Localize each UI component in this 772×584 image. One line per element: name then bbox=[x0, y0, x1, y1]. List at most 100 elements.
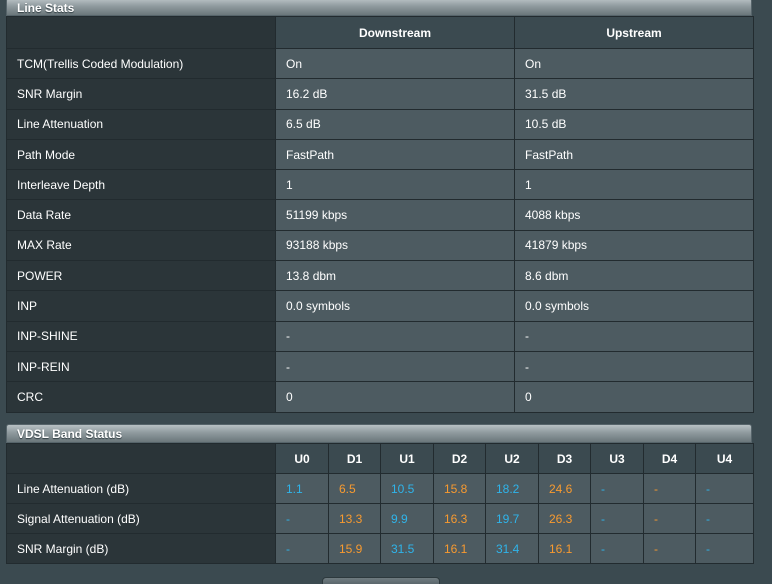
line-stats-table: Downstream Upstream TCM(Trellis Coded Mo… bbox=[6, 16, 754, 413]
line-stat-label: INP-REIN bbox=[6, 350, 276, 383]
downstream-value: 51199 kbps bbox=[275, 199, 515, 231]
dsl-log-page: Line Stats Downstream Upstream TCM(Trell… bbox=[0, 0, 772, 584]
band-column-header-d3: D3 bbox=[538, 443, 591, 474]
band-value-u3: - bbox=[590, 503, 644, 534]
band-status-row: Line Attenuation (dB) 1.1 6.5 10.5 15.8 18.2 2… bbox=[6, 473, 754, 504]
line-stat-label: TCM(Trellis Coded Modulation) bbox=[6, 47, 276, 80]
band-value-d2: 16.3 bbox=[433, 503, 486, 534]
band-value-u0: - bbox=[275, 533, 329, 564]
upstream-value: 8.6 dbm bbox=[514, 260, 754, 292]
downstream-value: On bbox=[275, 47, 515, 80]
downstream-value: FastPath bbox=[275, 138, 515, 171]
line-stats-header-row: Downstream Upstream bbox=[6, 16, 754, 49]
band-status-table: U0 D1 U1 D2 U2 D3 U3 D4 U4 Line Attenuation (dB)… bbox=[6, 443, 754, 564]
upstream-value: - bbox=[514, 350, 754, 383]
upstream-value: On bbox=[514, 47, 754, 80]
upstream-value: 0 bbox=[514, 381, 754, 413]
band-column-header-u0: U0 bbox=[275, 443, 329, 474]
upstream-value: - bbox=[514, 320, 754, 352]
line-stats-row: INP 0.0 symbols 0.0 symbols bbox=[6, 290, 754, 322]
line-stats-row: Interleave Depth 1 1 bbox=[6, 169, 754, 201]
band-value-d3: 16.1 bbox=[538, 533, 591, 564]
downstream-value: 0.0 symbols bbox=[275, 290, 515, 322]
upstream-value: 0.0 symbols bbox=[514, 290, 754, 322]
line-stat-label: SNR Margin bbox=[6, 78, 276, 110]
band-status-header: VDSL Band Status bbox=[6, 424, 752, 443]
downstream-value: 93188 kbps bbox=[275, 229, 515, 262]
band-value-d1: 15.9 bbox=[328, 533, 381, 564]
band-value-u2: 31.4 bbox=[485, 533, 539, 564]
line-stats-row: CRC 0 0 bbox=[6, 381, 754, 413]
line-stats-row: POWER 13.8 dbm 8.6 dbm bbox=[6, 260, 754, 292]
line-stats-row: Data Rate 51199 kbps 4088 kbps bbox=[6, 199, 754, 231]
band-value-u1: 31.5 bbox=[380, 533, 434, 564]
line-stats-row: MAX Rate 93188 kbps 41879 kbps bbox=[6, 229, 754, 262]
band-column-header-d2: D2 bbox=[433, 443, 486, 474]
upstream-column-header: Upstream bbox=[514, 16, 754, 49]
line-stats-row: Line Attenuation 6.5 dB 10.5 dB bbox=[6, 108, 754, 140]
line-stats-row: INP-REIN - - bbox=[6, 350, 754, 383]
bottom-tab-edge bbox=[322, 577, 440, 584]
line-stats-row: INP-SHINE - - bbox=[6, 320, 754, 352]
band-value-d2: 16.1 bbox=[433, 533, 486, 564]
band-value-u1: 10.5 bbox=[380, 473, 434, 504]
downstream-value: 0 bbox=[275, 381, 515, 413]
band-value-d3: 24.6 bbox=[538, 473, 591, 504]
downstream-value: 6.5 dB bbox=[275, 108, 515, 140]
downstream-value: - bbox=[275, 320, 515, 352]
downstream-value: - bbox=[275, 350, 515, 383]
downstream-column-header: Downstream bbox=[275, 16, 515, 49]
band-value-u0: 1.1 bbox=[275, 473, 329, 504]
band-value-u4: - bbox=[695, 503, 754, 534]
band-value-d4: - bbox=[643, 473, 696, 504]
upstream-value: 10.5 dB bbox=[514, 108, 754, 140]
band-value-u3: - bbox=[590, 533, 644, 564]
line-stat-label: INP bbox=[6, 290, 276, 322]
downstream-value: 16.2 dB bbox=[275, 78, 515, 110]
band-column-header-u3: U3 bbox=[590, 443, 644, 474]
band-column-header-u2: U2 bbox=[485, 443, 539, 474]
line-stat-label: Interleave Depth bbox=[6, 169, 276, 201]
line-stats-title: Line Stats bbox=[17, 1, 75, 15]
band-value-u2: 18.2 bbox=[485, 473, 539, 504]
band-status-title: VDSL Band Status bbox=[17, 427, 123, 441]
line-stat-label: MAX Rate bbox=[6, 229, 276, 262]
downstream-value: 1 bbox=[275, 169, 515, 201]
band-status-corner-cell bbox=[6, 443, 276, 474]
line-stat-label: INP-SHINE bbox=[6, 320, 276, 352]
line-stat-label: Line Attenuation bbox=[6, 108, 276, 140]
band-value-u0: - bbox=[275, 503, 329, 534]
band-value-u4: - bbox=[695, 533, 754, 564]
line-stat-label: CRC bbox=[6, 381, 276, 413]
band-row-label: Line Attenuation (dB) bbox=[6, 473, 276, 504]
band-value-u1: 9.9 bbox=[380, 503, 434, 534]
upstream-value: 1 bbox=[514, 169, 754, 201]
line-stat-label: Path Mode bbox=[6, 138, 276, 171]
band-column-header-u4: U4 bbox=[695, 443, 754, 474]
band-column-header-u1: U1 bbox=[380, 443, 434, 474]
band-value-d2: 15.8 bbox=[433, 473, 486, 504]
upstream-value: FastPath bbox=[514, 138, 754, 171]
downstream-value: 13.8 dbm bbox=[275, 260, 515, 292]
line-stats-corner-cell bbox=[6, 16, 276, 49]
line-stats-row: Path Mode FastPath FastPath bbox=[6, 138, 754, 171]
band-value-d3: 26.3 bbox=[538, 503, 591, 534]
band-value-d4: - bbox=[643, 533, 696, 564]
band-column-header-d1: D1 bbox=[328, 443, 381, 474]
upstream-value: 41879 kbps bbox=[514, 229, 754, 262]
line-stat-label: Data Rate bbox=[6, 199, 276, 231]
upstream-value: 31.5 dB bbox=[514, 78, 754, 110]
upstream-value: 4088 kbps bbox=[514, 199, 754, 231]
line-stat-label: POWER bbox=[6, 260, 276, 292]
band-status-row: SNR Margin (dB) -15.9 31.5 16.1 31.4 16.1- - - bbox=[6, 533, 754, 564]
band-value-d4: - bbox=[643, 503, 696, 534]
band-column-header-d4: D4 bbox=[643, 443, 696, 474]
band-value-u4: - bbox=[695, 473, 754, 504]
band-status-row: Signal Attenuation (dB) -13.3 9.9 16.3 19.7 2… bbox=[6, 503, 754, 534]
band-value-d1: 13.3 bbox=[328, 503, 381, 534]
line-stats-row: SNR Margin 16.2 dB 31.5 dB bbox=[6, 78, 754, 110]
band-value-u3: - bbox=[590, 473, 644, 504]
band-row-label: Signal Attenuation (dB) bbox=[6, 503, 276, 534]
line-stats-row: TCM(Trellis Coded Modulation) On On bbox=[6, 47, 754, 80]
line-stats-header: Line Stats bbox=[6, 0, 752, 16]
